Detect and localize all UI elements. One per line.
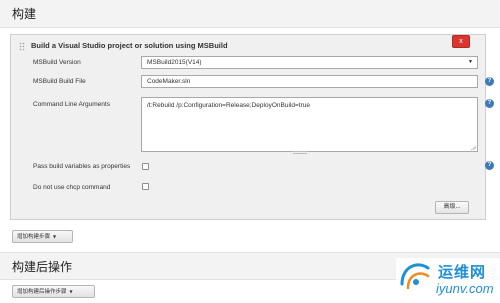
command-line-args-textarea[interactable]: /t:Rebuild /p:Configuration=Release;Depl… bbox=[141, 97, 478, 152]
msbuild-build-file-input[interactable]: CodeMaker.sln bbox=[141, 75, 478, 88]
build-file-help-icon[interactable]: ? bbox=[485, 77, 494, 86]
pass-build-vars-label: Pass build variables as properties bbox=[33, 163, 131, 170]
add-build-step-button[interactable]: 增加构建步骤 ▼ bbox=[12, 230, 73, 243]
advanced-button[interactable]: 高级... bbox=[435, 201, 469, 214]
resize-corner-icon[interactable] bbox=[471, 145, 476, 150]
cloud-logo-icon bbox=[400, 263, 430, 290]
caret-down-icon: ▼ bbox=[53, 234, 57, 239]
watermark-url-text: iyunv.com bbox=[436, 281, 494, 296]
msbuild-build-file-label: MSBuild Build File bbox=[33, 78, 86, 85]
drag-handle-icon[interactable] bbox=[19, 42, 25, 51]
add-post-build-step-label: 增加构建后操作步骤 bbox=[17, 289, 67, 295]
pass-build-vars-checkbox[interactable] bbox=[142, 163, 149, 170]
command-line-args-value: /t:Rebuild /p:Configuration=Release;Depl… bbox=[147, 102, 310, 109]
watermark-chinese-text: 运维网 bbox=[438, 263, 487, 281]
msbuild-version-value: MSBuild2015(V14) bbox=[147, 59, 202, 66]
msbuild-version-select[interactable]: MSBuild2015(V14) ▼ bbox=[141, 56, 478, 69]
textarea-resize-handle[interactable] bbox=[293, 151, 307, 154]
no-chcp-label: Do not use chcp command bbox=[33, 184, 111, 191]
build-file-value: CodeMaker.sln bbox=[147, 78, 191, 85]
delete-step-button[interactable]: x bbox=[452, 35, 470, 48]
add-build-step-label: 增加构建步骤 bbox=[17, 234, 51, 240]
no-chcp-checkbox[interactable] bbox=[142, 183, 149, 190]
caret-down-icon: ▼ bbox=[69, 289, 73, 294]
pass-build-vars-help-icon[interactable]: ? bbox=[485, 161, 494, 170]
step-title: Build a Visual Studio project or solutio… bbox=[31, 41, 228, 50]
step-title-bar: Build a Visual Studio project or solutio… bbox=[11, 35, 485, 57]
msbuild-version-label: MSBuild Version bbox=[33, 59, 81, 66]
command-line-args-help-icon[interactable]: ? bbox=[485, 99, 494, 108]
command-line-args-label: Command Line Arguments bbox=[33, 101, 110, 108]
dropdown-arrow-icon: ▼ bbox=[468, 59, 473, 65]
site-watermark: 运维网 iyunv.com bbox=[396, 258, 500, 303]
add-post-build-step-button[interactable]: 增加构建后操作步骤 ▼ bbox=[12, 285, 95, 298]
build-section-title: 构建 bbox=[0, 0, 500, 28]
msbuild-step-panel: Build a Visual Studio project or solutio… bbox=[10, 34, 494, 220]
